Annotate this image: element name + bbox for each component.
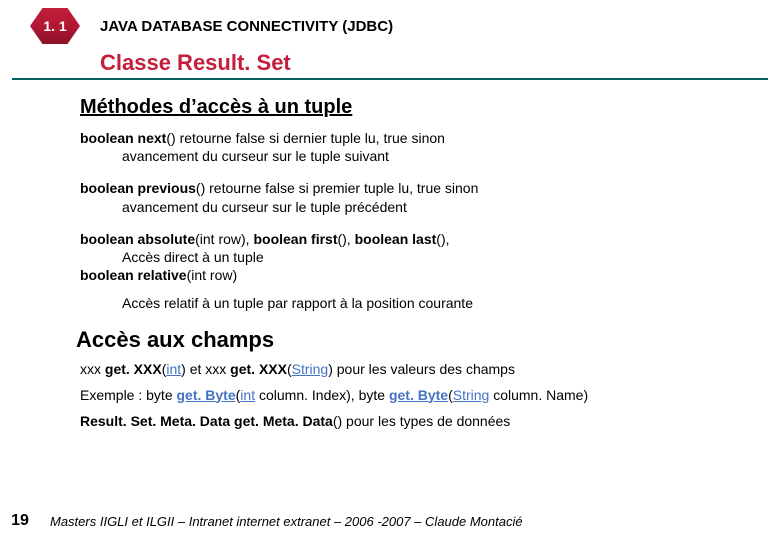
method-signature: Result. Set. Meta. Data get. Meta. Data <box>80 413 333 429</box>
subheading-fields: Accès aux champs <box>76 327 762 353</box>
page-number: 19 <box>0 512 40 530</box>
metadata-method: Result. Set. Meta. Data get. Meta. Data(… <box>80 413 762 429</box>
method-paren-c: (), <box>436 231 449 247</box>
method-sig-a: boolean absolute <box>80 231 195 247</box>
method-tail: () retourne false si premier tuple lu, t… <box>196 180 478 196</box>
method-link: get. Byte <box>177 387 236 403</box>
subheading-methods: Méthodes d’accès à un tuple <box>80 96 762 119</box>
txt: Exemple : byte <box>80 387 177 403</box>
method-sig-c: boolean last <box>355 231 437 247</box>
method-tail: () retourne false si dernier tuple lu, t… <box>166 130 445 146</box>
method-absolute-first-last: boolean absolute(int row), boolean first… <box>80 230 762 313</box>
section-title: Classe Result. Set <box>100 50 780 76</box>
method-sig-d: boolean relative <box>80 267 187 283</box>
method-sig-b: boolean first <box>253 231 337 247</box>
txt: column. Name) <box>489 387 588 403</box>
method-paren-d: (int row) <box>187 267 238 283</box>
field-access-example: Exemple : byte get. Byte(int column. Ind… <box>80 387 762 403</box>
method-tail: () pour les types de données <box>333 413 510 429</box>
method-description: avancement du curseur sur le tuple suiva… <box>80 147 762 165</box>
method-description: Accès direct à un tuple <box>80 248 762 266</box>
section-number-badge: 1. 1 <box>30 8 80 44</box>
type-int: int <box>166 361 181 377</box>
method-link: get. Byte <box>389 387 448 403</box>
section-number: 1. 1 <box>43 18 66 34</box>
method-name: get. XXX <box>230 361 287 377</box>
type-string: String <box>453 387 490 403</box>
method-name: get. XXX <box>105 361 162 377</box>
txt: ) pour les valeurs des champs <box>328 361 515 377</box>
method-signature: boolean previous <box>80 180 196 196</box>
type-string: String <box>292 361 329 377</box>
slide-footer: 19 Masters IIGLI et ILGII – Intranet int… <box>0 512 780 530</box>
method-paren-b: (), <box>337 231 354 247</box>
slide-header: 1. 1 JAVA DATABASE CONNECTIVITY (JDBC) <box>0 0 780 44</box>
method-paren-a: (int row), <box>195 231 253 247</box>
txt: ) et xxx <box>181 361 230 377</box>
content-area: Méthodes d’accès à un tuple boolean next… <box>0 80 780 429</box>
field-access-pattern: xxx get. XXX(int) et xxx get. XXX(String… <box>80 361 762 377</box>
footer-text: Masters IIGLI et ILGII – Intranet intern… <box>50 514 523 529</box>
method-description-2: Accès relatif à un tuple par rapport à l… <box>80 294 762 312</box>
method-description: avancement du curseur sur le tuple précé… <box>80 198 762 216</box>
type-int: int <box>240 387 255 403</box>
header-title: JAVA DATABASE CONNECTIVITY (JDBC) <box>100 18 393 35</box>
txt: column. Index), byte <box>255 387 389 403</box>
txt: xxx <box>80 361 105 377</box>
method-next: boolean next() retourne false si dernier… <box>80 129 762 165</box>
method-signature: boolean next <box>80 130 166 146</box>
method-previous: boolean previous() retourne false si pre… <box>80 179 762 215</box>
